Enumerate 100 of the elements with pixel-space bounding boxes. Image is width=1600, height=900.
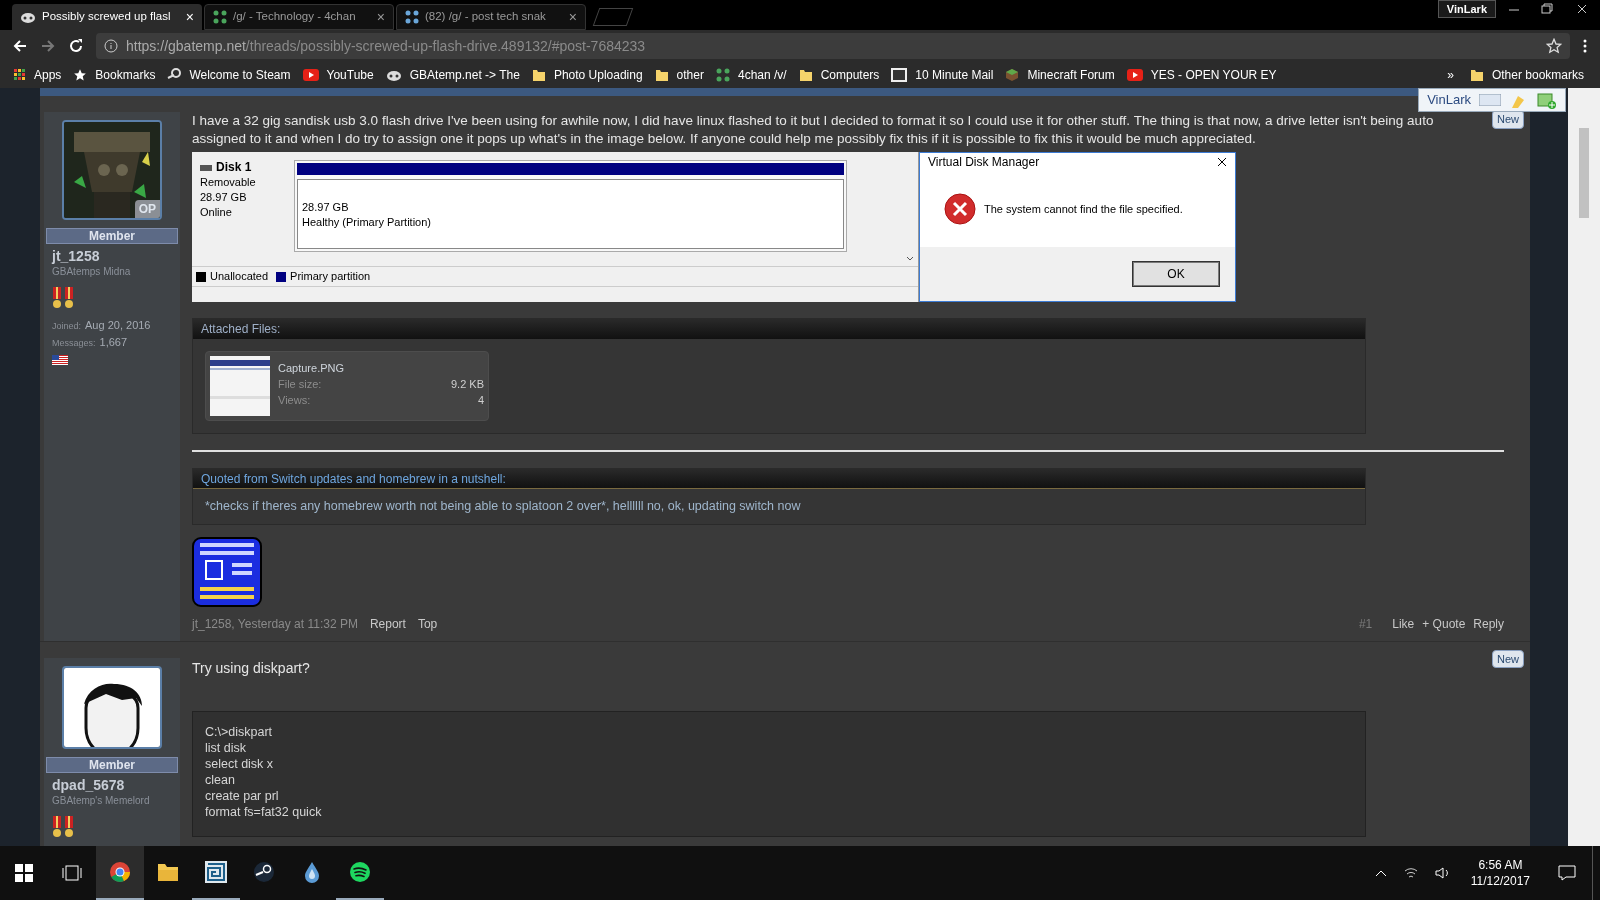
post-link[interactable]: Report	[369, 614, 406, 633]
dialog-title: Virtual Disk Manager	[928, 154, 1040, 171]
post-action-link[interactable]: + Quote	[1422, 614, 1466, 633]
bookmark-item[interactable]: 10 Minute Mail	[885, 66, 1000, 84]
user-title: GBAtemps Midna	[52, 265, 132, 279]
windows-logo-icon[interactable]	[15, 864, 33, 882]
folder-icon	[531, 68, 546, 82]
code-block: C:\>diskpart list disk select disk x clean create par prl format fs=fat32 quick	[192, 710, 1366, 837]
clover-icon	[213, 10, 227, 24]
tab-title: Possibly screwed up flasl	[42, 9, 171, 25]
clover-icon	[405, 10, 419, 24]
bookmark-item[interactable]: Apps	[8, 66, 68, 84]
play-logo-icon	[302, 69, 319, 81]
legend-label: Primary partition	[290, 269, 371, 285]
quote-text: *checks if theres any homebrew worth not being able to splatoon 2 over*, hellllll no, ok, updating switch now	[204, 498, 802, 515]
post-action-link[interactable]: Reply	[1473, 614, 1504, 633]
tab-title: (82) /g/ - post tech snak	[425, 9, 546, 25]
attachment-card[interactable]: Capture.PNG File size: 9.2 KB Views: 4	[205, 351, 489, 421]
messages-label: Messages:	[52, 337, 96, 350]
clover-icon	[715, 68, 730, 82]
address-bar[interactable]: https://gbatemp.net/threads/possibly-screwed-up-flash-drive.489132/#post-7684233	[96, 33, 1570, 59]
add-picture-icon[interactable]	[1537, 90, 1557, 110]
extension-label[interactable]: VinLark	[1427, 90, 1471, 110]
bookmark-star-icon[interactable]	[1546, 38, 1562, 54]
error-message: The system cannot find the file specified.	[984, 201, 1183, 217]
reload-icon[interactable]	[68, 38, 84, 54]
bookmark-item[interactable]: other	[648, 66, 710, 84]
apps-grid-icon	[14, 69, 26, 81]
bookmark-item[interactable]: Bookmarks	[67, 66, 162, 84]
tab-title: /g/ - Technology - 4chan	[233, 9, 356, 25]
file-size: 9.2 KB	[450, 377, 484, 392]
speaker-icon[interactable]	[1434, 866, 1451, 880]
disk-info: Removable	[200, 175, 257, 190]
post-action-link[interactable]: Like	[1392, 614, 1415, 633]
menu-icon[interactable]	[1582, 38, 1588, 54]
message-count: 1,667	[99, 335, 128, 350]
tab-close[interactable]: ×	[568, 6, 577, 28]
bookmark-item[interactable]: 4chan /v/	[709, 66, 793, 84]
tab-close[interactable]: ×	[376, 6, 385, 28]
flag-icon	[52, 355, 68, 365]
disk-name: Disk 1	[216, 160, 252, 175]
forward-arrow-icon[interactable]	[40, 38, 56, 54]
bookmarks-overflow[interactable]: »	[1439, 66, 1462, 84]
scrollbar[interactable]	[1568, 88, 1600, 846]
browser-logo-icon	[109, 861, 131, 883]
username-link[interactable]: dpad_5678	[52, 777, 172, 793]
post-link[interactable]: Top	[417, 614, 438, 633]
bookmark-item[interactable]: GBAtemp.net -> The	[379, 66, 526, 84]
partition-size: 28.97 GB	[302, 200, 350, 215]
wifi-icon[interactable]	[1402, 866, 1419, 880]
medals-icon	[52, 816, 76, 838]
folder-icon	[798, 68, 813, 82]
bookmark-item[interactable]: YouTube	[296, 66, 380, 84]
ok-button[interactable]: OK	[1133, 262, 1219, 286]
joined-label: Joined:	[52, 320, 82, 333]
op-badge: OP	[134, 200, 160, 218]
gamepad-icon	[385, 68, 402, 82]
bookmark-item[interactable]: YES - OPEN YOUR EY	[1120, 66, 1283, 84]
quote-source: Quoted from Switch updates and homebrew in a nutshell:	[201, 470, 506, 488]
rank-banner: Member	[46, 757, 178, 773]
close-icon	[1217, 157, 1227, 167]
folder-icon	[654, 68, 669, 82]
error-icon	[944, 193, 976, 225]
bookmark-item[interactable]: Computers	[792, 66, 886, 84]
partition-status: Healthy (Primary Partition)	[302, 215, 432, 230]
clock[interactable]: 6:56 AM 11/12/2017	[1458, 857, 1542, 889]
legend-label: Unallocated	[210, 269, 269, 285]
url-text: https://gbatemp.net/threads/possibly-screwed-up-flash-drive.489132/#post-7684233	[126, 36, 646, 56]
profile-name[interactable]: VinLark	[1437, 0, 1496, 19]
task-view-icon[interactable]	[62, 865, 82, 881]
back-arrow-icon[interactable]	[12, 38, 28, 54]
disk-info: Online	[200, 205, 233, 220]
file-name: Capture.PNG	[278, 361, 346, 376]
tab-close[interactable]: ×	[185, 6, 194, 28]
view-count: 4	[477, 393, 484, 408]
grass-block-icon	[1005, 68, 1020, 82]
folder-icon	[1469, 68, 1484, 82]
bookmark-item[interactable]: Other bookmarks	[1461, 66, 1592, 84]
bookmark-item[interactable]: Photo Uploading	[525, 66, 649, 84]
username-link[interactable]: jt_1258	[52, 248, 172, 264]
browser-tab[interactable]: /g/ - Technology - 4chan ×	[204, 4, 394, 30]
gamepad-icon	[20, 10, 36, 24]
post-author-date: jt_1258, Yesterday at 11:32 PM	[192, 615, 358, 633]
maze-icon	[205, 861, 227, 883]
notifications-icon[interactable]	[1558, 865, 1576, 881]
bookmark-item[interactable]: Minecraft Forum	[999, 66, 1121, 84]
chevron-up-icon[interactable]	[1374, 869, 1387, 877]
browser-tab[interactable]: Possibly screwed up flasl ×	[12, 4, 202, 30]
info-icon	[104, 39, 118, 53]
star-icon	[73, 68, 88, 82]
user-title: GBAtemp's Memelord	[52, 794, 151, 808]
disk-info: 28.97 GB	[200, 190, 248, 205]
medals-icon	[52, 287, 76, 309]
folder-icon	[157, 862, 179, 882]
browser-tab[interactable]: (82) /g/ - post tech snak ×	[396, 4, 586, 30]
bookmark-item[interactable]: Welcome to Steam	[161, 66, 297, 84]
taskbar-app[interactable]	[96, 846, 144, 900]
new-badge: New	[1492, 649, 1524, 669]
post-text: I have a 32 gig sandisk usb 3.0 flash drive I've been using for awhile now, I did have linux flashed to it but I decided to format it so I could use it for other stuff. The thing is that now, a drive letter isn't being auto assigned to it and when I do try to assign one it pops up what's in the image below. If anyone could help me possibly fix this if it is possible to fix this it would be much appreciated.	[192, 112, 1435, 148]
attachments-title: Attached Files:	[201, 321, 281, 338]
